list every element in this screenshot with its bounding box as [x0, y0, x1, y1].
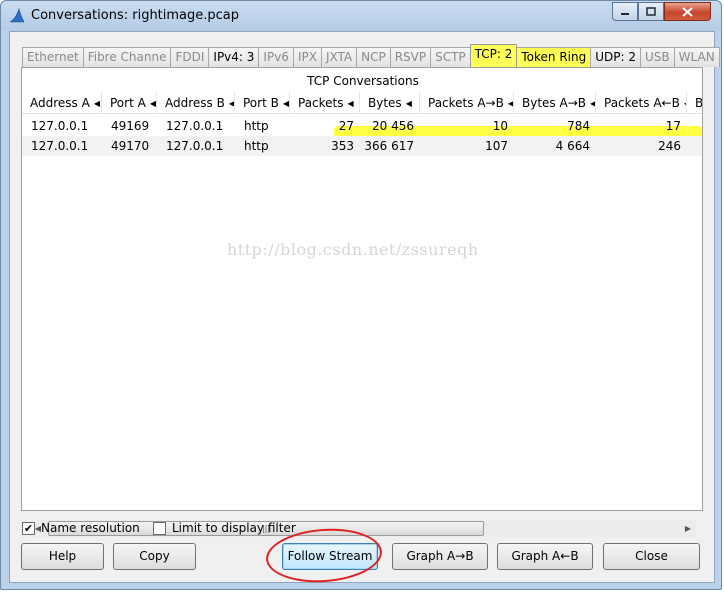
table-cell: 246: [658, 139, 681, 153]
tab-wlan[interactable]: WLAN: [673, 47, 720, 67]
table-row[interactable]: 127.0.0.1 49170 127.0.0.1 http 353 366 617 107…: [22, 136, 702, 156]
sort-arrow-icon: ◀: [347, 98, 354, 108]
column-header-label: B: [695, 96, 702, 110]
tab-ncp[interactable]: NCP: [356, 47, 391, 67]
close-icon: [682, 6, 693, 17]
sort-arrow-icon: ◀: [93, 98, 100, 108]
column-header[interactable]: Packets A→B ◀: [420, 92, 514, 114]
column-header-label: Port B: [243, 96, 279, 110]
table-cell: 784: [567, 119, 590, 133]
scroll-right-icon[interactable]: ▶: [680, 520, 696, 537]
column-header[interactable]: Packets ◀: [290, 92, 360, 114]
table-cell: 49170: [111, 139, 150, 153]
window-title: Conversations: rightimage.pcap: [31, 8, 240, 23]
protocol-tabs: Ethernet Fibre Channe FDDI IPv4: 3 IPv6 IPX JX…: [22, 44, 720, 67]
tab-ethernet[interactable]: Ethernet: [22, 47, 84, 67]
table-cell: 127.0.0.1: [166, 119, 224, 133]
maximize-button[interactable]: [638, 2, 664, 21]
column-header-label: Packets A→B: [428, 96, 504, 110]
table-row[interactable]: 127.0.0.1 49169 127.0.0.1 http 27 20 456 10 784…: [22, 116, 702, 136]
table-cell: 127.0.0.1: [31, 139, 89, 153]
table-cell: 27: [338, 119, 354, 133]
table-cell: http: [244, 139, 269, 153]
tab-usb[interactable]: USB: [640, 47, 675, 67]
table-cell: 107: [485, 139, 508, 153]
table-cell: 127.0.0.1: [166, 139, 224, 153]
table-cell: 127.0.0.1: [31, 119, 89, 133]
table-cell: 49169: [111, 119, 150, 133]
tab-fddi[interactable]: FDDI: [170, 47, 210, 67]
table-cell: 4 664: [555, 139, 590, 153]
column-header-label: Bytes A→B: [522, 96, 586, 110]
tab-jxta[interactable]: JXTA: [320, 47, 358, 67]
table-cell: 366 617: [364, 139, 414, 153]
name-resolution-checkbox[interactable]: ✔ Name resolution: [22, 521, 140, 535]
tab-sctp[interactable]: SCTP: [430, 47, 471, 67]
column-header-label: Address B: [165, 96, 225, 110]
table-cell: 17: [665, 119, 681, 133]
graph-a-to-b-button[interactable]: Graph A→B: [392, 543, 488, 570]
table-cell: http: [244, 119, 269, 133]
checkbox-box[interactable]: ✔: [22, 521, 35, 535]
limit-filter-checkbox[interactable]: Limit to display filter: [153, 521, 296, 535]
sort-arrow-icon: ◀: [405, 98, 412, 108]
watermark: http://blog.csdn.net/zssureqh: [227, 240, 479, 259]
tab-ipv4-3[interactable]: IPv4: 3: [208, 47, 260, 67]
conversation-table[interactable]: Address A ◀ Port A ◀ Address B ◀ Port B ◀ Packet…: [22, 92, 702, 482]
column-header[interactable]: Bytes A→B ◀: [514, 92, 596, 114]
column-header[interactable]: Packets A←B◀: [596, 92, 687, 114]
column-header[interactable]: Address A ◀: [22, 92, 102, 114]
column-header[interactable]: B: [687, 92, 702, 114]
column-header[interactable]: Bytes ◀: [360, 92, 420, 114]
tab-token-ring[interactable]: Token Ring: [516, 47, 592, 67]
close-window-button[interactable]: [664, 2, 711, 21]
dialog-client-area: Ethernet Fibre Channe FDDI IPv4: 3 IPv6 IPX JX…: [9, 31, 720, 586]
column-header[interactable]: Address B ◀: [157, 92, 235, 114]
limit-filter-label: Limit to display filter: [172, 521, 296, 535]
column-header-label: Address A: [30, 96, 90, 110]
column-header-label: Bytes: [368, 96, 402, 110]
graph-b-to-a-button[interactable]: Graph A←B: [497, 543, 593, 570]
column-header[interactable]: Port B ◀: [235, 92, 290, 114]
conversations-window: Conversations: rightimage.pcap Ethernet F…: [0, 0, 722, 590]
close-button[interactable]: Close: [603, 543, 700, 570]
column-header-label: Packets A←B: [604, 96, 680, 110]
sort-arrow-icon: ◀: [282, 98, 289, 108]
checkbox-box[interactable]: [153, 521, 166, 535]
minimize-icon: [621, 12, 629, 15]
column-header-label: Packets: [298, 96, 344, 110]
tab-fibre-channe[interactable]: Fibre Channe: [82, 47, 172, 67]
table-cell: 10: [492, 119, 508, 133]
help-button[interactable]: Help: [21, 543, 104, 570]
sort-arrow-icon: ◀: [149, 98, 156, 108]
table-title: TCP Conversations: [307, 74, 419, 88]
conversation-panel: TCP Conversations Address A ◀ Port A ◀ Addre…: [21, 67, 703, 537]
tab-ipx[interactable]: IPX: [292, 47, 322, 67]
column-header-label: Port A: [110, 96, 146, 110]
column-header[interactable]: Port A ◀: [102, 92, 157, 114]
maximize-icon: [646, 7, 656, 16]
title-bar[interactable]: Conversations: rightimage.pcap: [1, 1, 721, 31]
table-header: Address A ◀ Port A ◀ Address B ◀ Port B ◀ Packet…: [22, 92, 702, 114]
copy-button[interactable]: Copy: [113, 543, 196, 570]
name-resolution-label: Name resolution: [41, 521, 140, 535]
tab-tcp-2[interactable]: TCP: 2: [469, 44, 518, 67]
tab-rsvp[interactable]: RSVP: [389, 47, 432, 67]
table-cell: 20 456: [372, 119, 414, 133]
tab-udp-2[interactable]: UDP: 2: [590, 47, 642, 67]
shark-fin-icon: [9, 8, 25, 23]
minimize-button[interactable]: [612, 2, 638, 21]
tab-ipv6[interactable]: IPv6: [258, 47, 294, 67]
table-cell: 353: [331, 139, 354, 153]
